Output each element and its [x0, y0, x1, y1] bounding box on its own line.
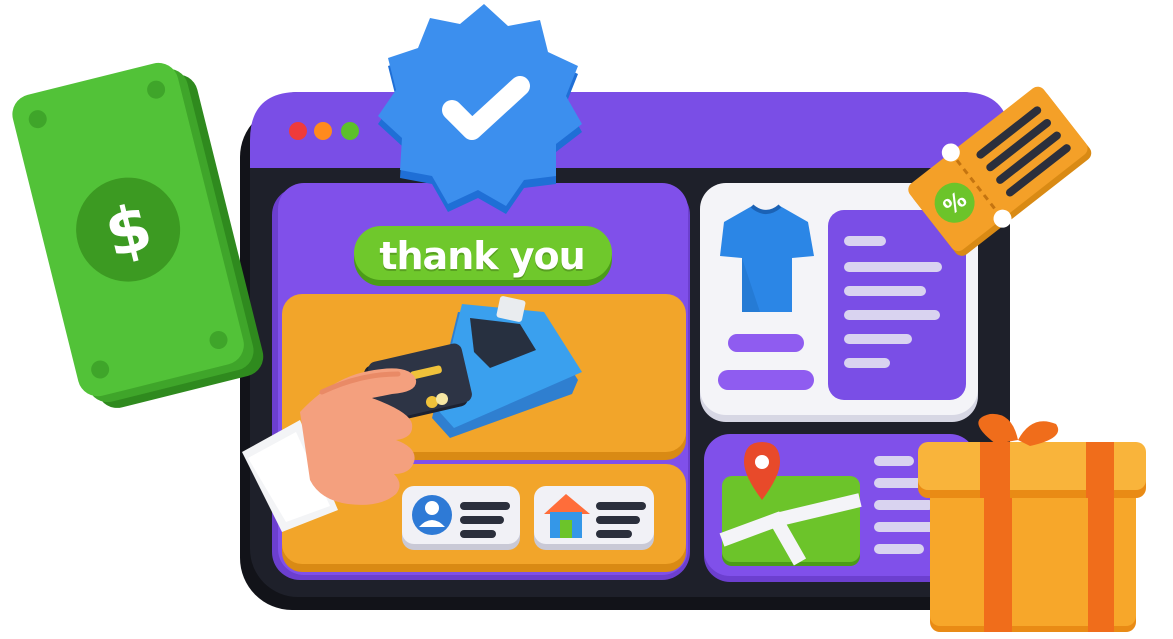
user-card-icon	[402, 486, 520, 550]
home-card-icon	[534, 486, 654, 550]
map-icon	[719, 476, 862, 566]
checkout-illustration: % $	[12, 4, 1146, 632]
dollar-bills-icon: $	[12, 62, 264, 408]
window-dots	[289, 122, 359, 140]
gift-box-icon	[918, 413, 1146, 632]
thank-you-banner	[354, 226, 612, 286]
